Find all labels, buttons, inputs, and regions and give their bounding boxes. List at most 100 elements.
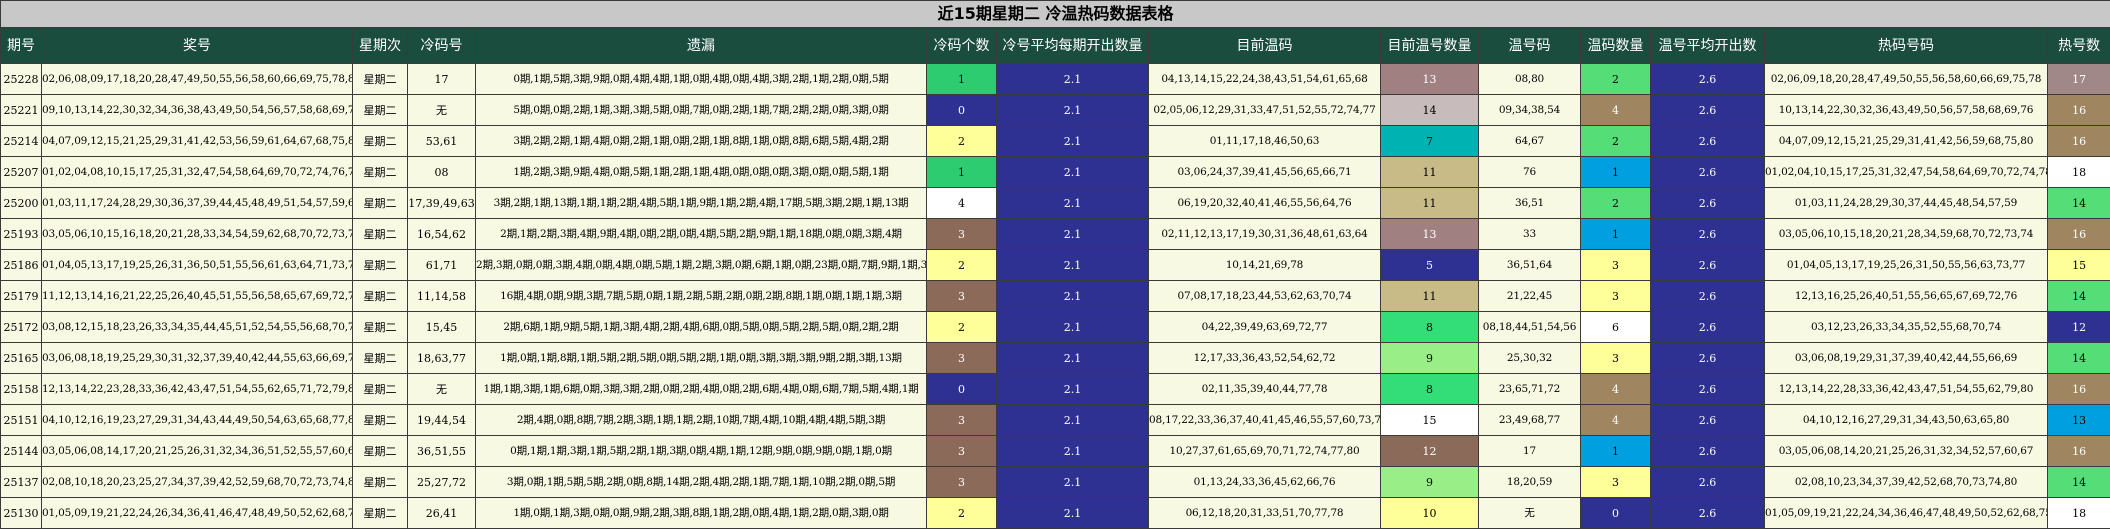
hot-count-cell: 14 — [2048, 281, 2110, 312]
warm-avg-cell: 2.6 — [1651, 250, 1765, 281]
issue-cell: 25228 — [1, 64, 42, 95]
header-cold-avg[interactable]: 冷号平均每期开出数量 — [997, 28, 1149, 64]
header-warm-now-count[interactable]: 目前温号数量 — [1381, 28, 1479, 64]
hot-count-cell: 16 — [2048, 126, 2110, 157]
table-row: 2516503,06,08,18,19,25,29,30,31,32,37,39… — [1, 343, 2110, 374]
warm-avg-cell: 2.6 — [1651, 312, 1765, 343]
warm-now-count-cell: 11 — [1381, 281, 1479, 312]
weekday-cell: 星期二 — [353, 64, 408, 95]
weekday-cell: 星期二 — [353, 219, 408, 250]
prize-cell: 02,08,10,18,20,23,25,27,34,37,39,42,52,5… — [42, 467, 353, 498]
cold-cell: 18,63,77 — [408, 343, 476, 374]
cold-cell: 16,54,62 — [408, 219, 476, 250]
hot-count-cell: 13 — [2048, 405, 2110, 436]
cold-avg-cell: 2.1 — [997, 64, 1149, 95]
warm-cell: 33 — [1479, 219, 1581, 250]
header-warm-avg[interactable]: 温号平均开出数 — [1651, 28, 1765, 64]
warm-now-cell: 02,11,35,39,40,44,77,78 — [1149, 374, 1381, 405]
hot-count-cell: 14 — [2048, 188, 2110, 219]
header-hot[interactable]: 热码号码 — [1765, 28, 2048, 64]
cold-avg-cell: 2.1 — [997, 157, 1149, 188]
hot-count-cell: 14 — [2048, 467, 2110, 498]
warm-now-cell: 07,08,17,18,23,44,53,62,63,70,74 — [1149, 281, 1381, 312]
header-cold-count[interactable]: 冷码个数 — [927, 28, 997, 64]
warm-now-cell: 06,12,18,20,31,33,51,70,77,78 — [1149, 498, 1381, 529]
header-issue[interactable]: 期号 — [1, 28, 42, 64]
cold-cell: 26,41 — [408, 498, 476, 529]
title-row: 近15期星期二 冷温热码数据表格 — [1, 1, 2110, 28]
header-miss[interactable]: 遗漏 — [476, 28, 927, 64]
cold-cell: 11,14,58 — [408, 281, 476, 312]
warm-now-count-cell: 11 — [1381, 157, 1479, 188]
miss-cell: 2期,3期,0期,0期,3期,4期,0期,4期,0期,5期,1期,2期,3期,0… — [476, 250, 927, 281]
hot-cell: 01,02,04,10,15,17,25,31,32,47,54,58,64,6… — [1765, 157, 2048, 188]
cold-avg-cell: 2.1 — [997, 95, 1149, 126]
prize-cell: 03,05,06,10,15,16,18,20,21,28,33,34,54,5… — [42, 219, 353, 250]
hot-cell: 03,05,06,08,14,20,21,25,26,31,32,34,52,5… — [1765, 436, 2048, 467]
header-warm-count[interactable]: 温码数量 — [1581, 28, 1651, 64]
warm-cell: 23,49,68,77 — [1479, 405, 1581, 436]
warm-now-count-cell: 8 — [1381, 312, 1479, 343]
cold-count-cell: 3 — [927, 281, 997, 312]
warm-avg-cell: 2.6 — [1651, 467, 1765, 498]
miss-cell: 3期,2期,2期,1期,4期,0期,2期,1期,0期,2期,1期,8期,1期,0… — [476, 126, 927, 157]
cold-cell: 17 — [408, 64, 476, 95]
warm-now-count-cell: 15 — [1381, 405, 1479, 436]
cold-cell: 无 — [408, 374, 476, 405]
weekday-cell: 星期二 — [353, 157, 408, 188]
header-hot-count[interactable]: 热号数 — [2048, 28, 2110, 64]
cold-cell: 17,39,49,63 — [408, 188, 476, 219]
warm-count-cell: 3 — [1581, 281, 1651, 312]
issue-cell: 25221 — [1, 95, 42, 126]
prize-cell: 04,07,09,12,15,21,25,29,31,41,42,53,56,5… — [42, 126, 353, 157]
warm-cell: 09,34,38,54 — [1479, 95, 1581, 126]
warm-cell: 23,65,71,72 — [1479, 374, 1581, 405]
cold-avg-cell: 2.1 — [997, 188, 1149, 219]
cold-cell: 08 — [408, 157, 476, 188]
warm-count-cell: 2 — [1581, 126, 1651, 157]
cold-count-cell: 0 — [927, 374, 997, 405]
header-prize[interactable]: 奖号 — [42, 28, 353, 64]
hot-cell: 01,05,09,19,21,22,24,34,36,46,47,48,49,5… — [1765, 498, 2048, 529]
warm-now-count-cell: 9 — [1381, 467, 1479, 498]
hot-count-cell: 16 — [2048, 219, 2110, 250]
cold-count-cell: 3 — [927, 436, 997, 467]
cold-count-cell: 2 — [927, 498, 997, 529]
issue-cell: 25193 — [1, 219, 42, 250]
table-row: 2517911,12,13,14,16,21,22,25,26,40,45,51… — [1, 281, 2110, 312]
warm-cell: 08,18,44,51,54,56 — [1479, 312, 1581, 343]
warm-avg-cell: 2.6 — [1651, 126, 1765, 157]
header-warm-now[interactable]: 目前温码 — [1149, 28, 1381, 64]
table-row: 2514403,05,06,08,14,17,20,21,25,26,31,32… — [1, 436, 2110, 467]
prize-cell: 04,10,12,16,19,23,27,29,31,34,43,44,49,5… — [42, 405, 353, 436]
header-weekday[interactable]: 星期次 — [353, 28, 408, 64]
warm-cell: 21,22,45 — [1479, 281, 1581, 312]
table-row: 2515104,10,12,16,19,23,27,29,31,34,43,44… — [1, 405, 2110, 436]
issue-cell: 25172 — [1, 312, 42, 343]
table-body: 2522802,06,08,09,17,18,20,28,47,49,50,55… — [1, 64, 2110, 529]
hot-count-cell: 16 — [2048, 374, 2110, 405]
prize-cell: 01,03,11,17,24,28,29,30,36,37,39,44,45,4… — [42, 188, 353, 219]
hot-cell: 12,13,16,25,26,40,51,55,56,65,67,69,72,7… — [1765, 281, 2048, 312]
warm-now-cell: 10,14,21,69,78 — [1149, 250, 1381, 281]
issue-cell: 25165 — [1, 343, 42, 374]
warm-count-cell: 3 — [1581, 467, 1651, 498]
weekday-cell: 星期二 — [353, 467, 408, 498]
warm-now-cell: 10,27,37,61,65,69,70,71,72,74,77,80 — [1149, 436, 1381, 467]
miss-cell: 1期,2期,3期,9期,4期,0期,5期,1期,2期,1期,4期,0期,0期,0… — [476, 157, 927, 188]
warm-cell: 25,30,32 — [1479, 343, 1581, 374]
cold-avg-cell: 2.1 — [997, 250, 1149, 281]
warm-count-cell: 6 — [1581, 312, 1651, 343]
warm-now-cell: 12,17,33,36,43,52,54,62,72 — [1149, 343, 1381, 374]
warm-count-cell: 2 — [1581, 188, 1651, 219]
hot-cell: 02,06,09,18,20,28,47,49,50,55,56,58,60,6… — [1765, 64, 2048, 95]
warm-now-cell: 04,13,14,15,22,24,38,43,51,54,61,65,68 — [1149, 64, 1381, 95]
table-title: 近15期星期二 冷温热码数据表格 — [1, 1, 2110, 28]
hot-cell: 03,12,23,26,33,34,35,52,55,68,70,74 — [1765, 312, 2048, 343]
cold-avg-cell: 2.1 — [997, 281, 1149, 312]
header-cold[interactable]: 冷码号 — [408, 28, 476, 64]
prize-cell: 03,06,08,18,19,25,29,30,31,32,37,39,40,4… — [42, 343, 353, 374]
cold-count-cell: 2 — [927, 312, 997, 343]
weekday-cell: 星期二 — [353, 312, 408, 343]
header-warm[interactable]: 温号码 — [1479, 28, 1581, 64]
